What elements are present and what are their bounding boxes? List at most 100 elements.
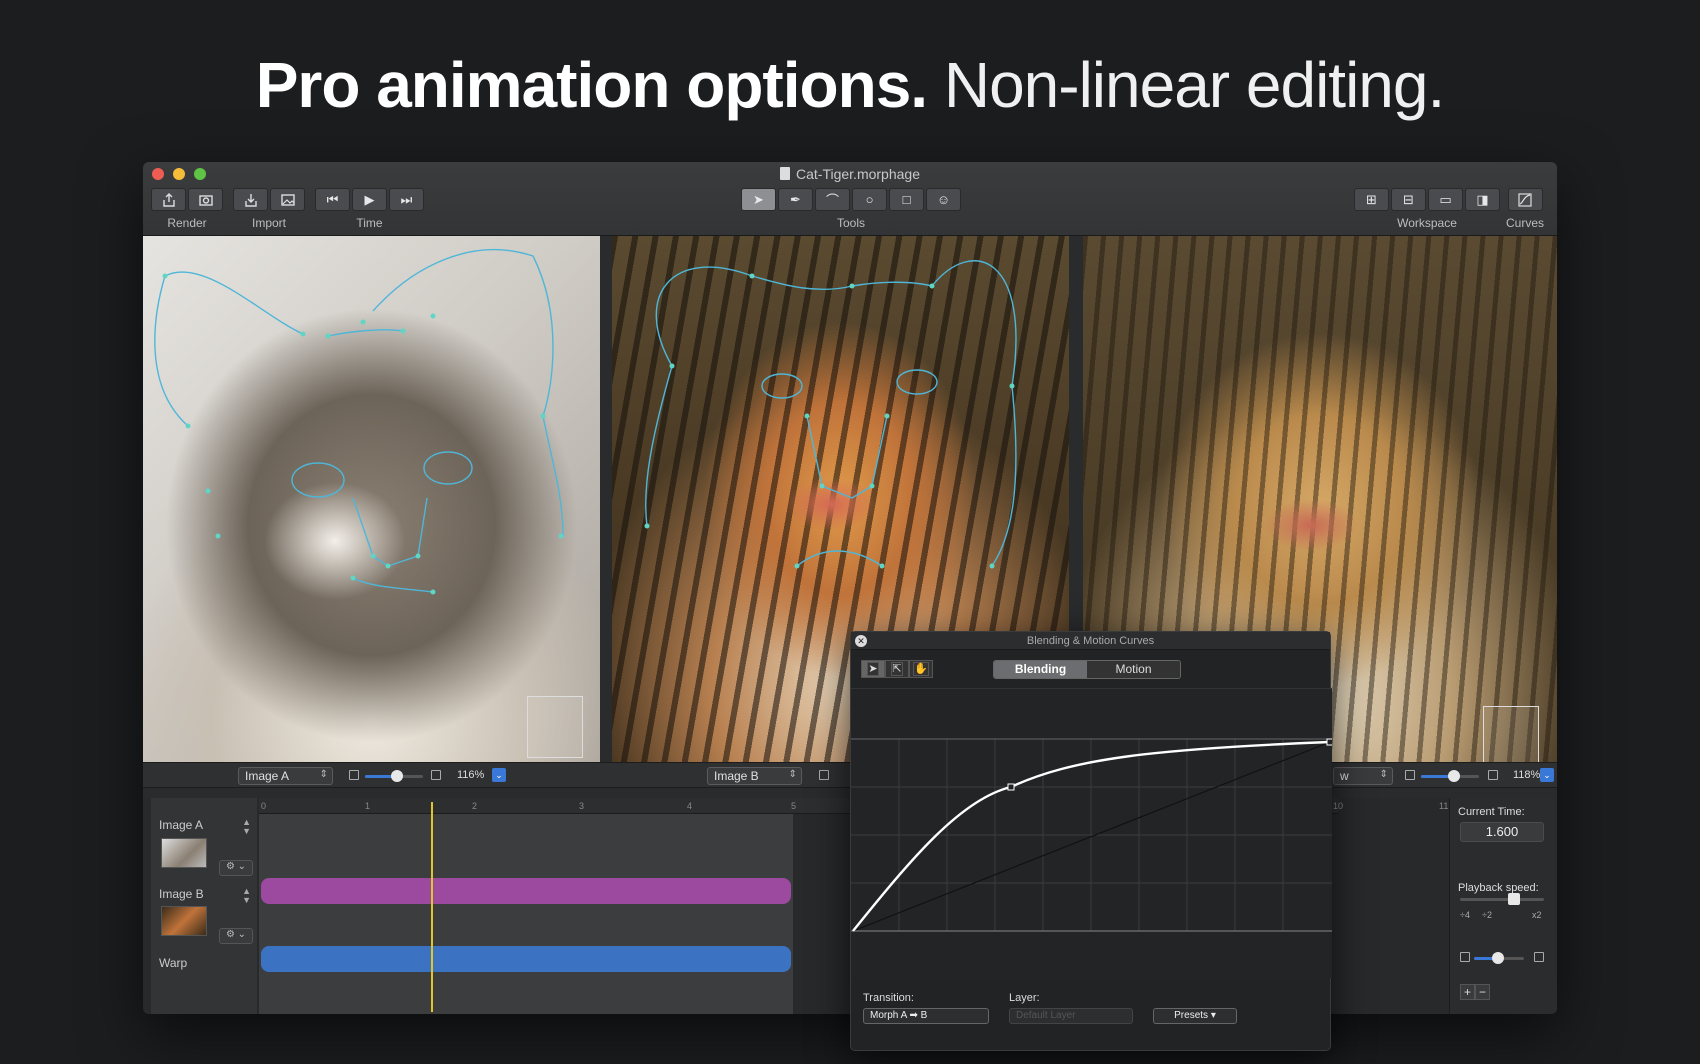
track-a-settings[interactable]: ⚙ ⌄ xyxy=(219,860,253,876)
window-title-text: Cat-Tiger.morphage xyxy=(796,166,920,182)
ruler-tick: 0 xyxy=(261,801,267,811)
curve-add-point-tool[interactable]: ⇱ xyxy=(885,660,909,678)
clip-image-a[interactable] xyxy=(261,878,791,904)
play-button[interactable]: ▶ xyxy=(352,188,387,211)
left-image-select[interactable]: Image A xyxy=(238,767,333,785)
pointer-icon: ➤ xyxy=(867,662,879,676)
time-group: ⏮ ▶ ⏭ Time xyxy=(315,188,424,230)
ruler-tick: 2 xyxy=(472,801,478,811)
track-a-reorder[interactable]: ▲ ▼ xyxy=(242,818,251,836)
select-tool-button[interactable]: ➤ xyxy=(741,188,776,211)
curves-footer: Transition: Morph A ➡ B Layer: Default L… xyxy=(851,984,1330,1052)
zoom-out-icon[interactable] xyxy=(349,770,359,780)
presets-button[interactable]: Presets ▾ xyxy=(1153,1008,1237,1024)
cat-warp-lines xyxy=(154,248,564,595)
import-file-button[interactable] xyxy=(233,188,268,211)
timeline-zoom-slider[interactable] xyxy=(1474,952,1524,964)
ruler-tick: 1 xyxy=(365,801,371,811)
add-button[interactable]: + xyxy=(1460,984,1475,1000)
download-icon xyxy=(244,193,257,207)
curve-select-tool[interactable]: ➤ xyxy=(861,660,885,678)
curve-pan-tool[interactable]: ✋ xyxy=(909,660,933,678)
right-zoom-dropdown[interactable]: ⌄ xyxy=(1540,768,1554,782)
layout-b-button[interactable]: ⊟ xyxy=(1391,188,1426,211)
track-label-warp: Warp xyxy=(159,956,188,970)
camera-icon xyxy=(198,194,213,206)
layout-c-button[interactable]: ▭ xyxy=(1428,188,1463,211)
gear-icon: ⚙ ⌄ xyxy=(225,861,247,872)
curve-control-point[interactable] xyxy=(1007,783,1015,791)
import-image-button[interactable] xyxy=(270,188,305,211)
transition-select[interactable]: Morph A ➡ B xyxy=(863,1008,989,1024)
right-zoom-slider[interactable] xyxy=(1421,770,1479,782)
track-a-thumbnail xyxy=(161,838,207,868)
workspace-group: ⊞ ⊟ ▭ ◨ Workspace xyxy=(1354,188,1500,230)
go-to-end-button[interactable]: ⏭ xyxy=(389,188,424,211)
arrow-cursor-icon: ➤ xyxy=(753,191,764,207)
navigator-thumbnail-output[interactable] xyxy=(1483,706,1539,762)
face-tool-button[interactable]: ☺ xyxy=(926,188,961,211)
remove-button[interactable]: − xyxy=(1475,984,1490,1000)
export-button[interactable] xyxy=(151,188,186,211)
play-icon: ▶ xyxy=(364,191,375,207)
playhead[interactable] xyxy=(431,802,433,1012)
current-time-label: Current Time: xyxy=(1458,806,1525,818)
square-icon: □ xyxy=(902,192,911,207)
curves-button[interactable] xyxy=(1507,188,1543,211)
right-zoom-out-icon[interactable] xyxy=(1405,770,1415,780)
right-zoom-value: 118% xyxy=(1513,769,1541,781)
curve-tool-button[interactable]: ⌒ xyxy=(815,188,850,211)
ellipse-tool-button[interactable]: ○ xyxy=(852,188,887,211)
document-icon xyxy=(780,167,790,180)
gear-icon: ⚙ ⌄ xyxy=(225,929,247,940)
pointer-plus-icon: ⇱ xyxy=(891,662,903,676)
render-group: Render xyxy=(151,188,223,230)
track-headers: Image A ▲ ▼ ⚙ ⌄ Image B ▲ ▼ ⚙ ⌄ Warp xyxy=(151,798,257,1014)
curve-tools: ➤ ⇱ ✋ xyxy=(861,660,933,678)
curve-mode-tabs: Blending Motion xyxy=(993,660,1181,679)
layout-b-icon: ⊟ xyxy=(1403,191,1414,207)
tab-blending[interactable]: Blending xyxy=(994,661,1087,678)
cat-photo xyxy=(143,236,600,762)
current-time-field[interactable]: 1.600 xyxy=(1460,822,1544,842)
playback-speed-slider[interactable] xyxy=(1460,893,1544,905)
curves-group: Curves xyxy=(1506,188,1544,230)
right-image-select[interactable]: w xyxy=(1333,767,1393,785)
curve-graph[interactable] xyxy=(851,688,1334,978)
snapshot-button[interactable] xyxy=(188,188,223,211)
tab-motion[interactable]: Motion xyxy=(1087,661,1180,678)
clip-image-b[interactable] xyxy=(261,946,791,972)
track-lane[interactable] xyxy=(259,814,793,1014)
layout-d-button[interactable]: ◨ xyxy=(1465,188,1500,211)
pen-icon: ✒ xyxy=(790,191,801,207)
track-label-image-b: Image B xyxy=(159,887,204,901)
add-remove-controls: + − xyxy=(1460,984,1490,1000)
timeline-zoom-out-icon[interactable] xyxy=(1460,952,1470,962)
skip-forward-icon: ⏭ xyxy=(400,191,413,207)
layer-label: Layer: xyxy=(1009,992,1040,1004)
go-to-start-button[interactable]: ⏮ xyxy=(315,188,350,211)
import-label: Import xyxy=(251,216,286,230)
right-zoom-in-icon[interactable] xyxy=(1488,770,1498,780)
left-zoom-slider[interactable] xyxy=(365,770,423,782)
face-icon: ☺ xyxy=(936,192,951,207)
curve-end-point[interactable] xyxy=(1326,738,1334,746)
layout-a-button[interactable]: ⊞ xyxy=(1354,188,1389,211)
rectangle-tool-button[interactable]: □ xyxy=(889,188,924,211)
zoom-in-icon[interactable] xyxy=(431,770,441,780)
tools-label: Tools xyxy=(836,216,865,230)
track-b-thumbnail xyxy=(161,906,207,936)
layout-c-icon: ▭ xyxy=(1439,191,1452,207)
timeline-zoom-in-icon[interactable] xyxy=(1534,952,1544,962)
close-panel-button[interactable]: ✕ xyxy=(855,635,867,647)
track-b-reorder[interactable]: ▲ ▼ xyxy=(242,887,251,905)
track-b-settings[interactable]: ⚙ ⌄ xyxy=(219,928,253,944)
ruler-tick: 10 xyxy=(1333,801,1344,811)
middle-zoom-out-icon[interactable] xyxy=(819,770,829,780)
hand-icon: ✋ xyxy=(913,662,929,676)
navigator-thumbnail-a[interactable] xyxy=(527,696,583,758)
left-zoom-dropdown[interactable]: ⌄ xyxy=(492,768,506,782)
image-a-viewer[interactable] xyxy=(143,236,600,762)
middle-image-select[interactable]: Image B xyxy=(707,767,802,785)
pen-tool-button[interactable]: ✒ xyxy=(778,188,813,211)
